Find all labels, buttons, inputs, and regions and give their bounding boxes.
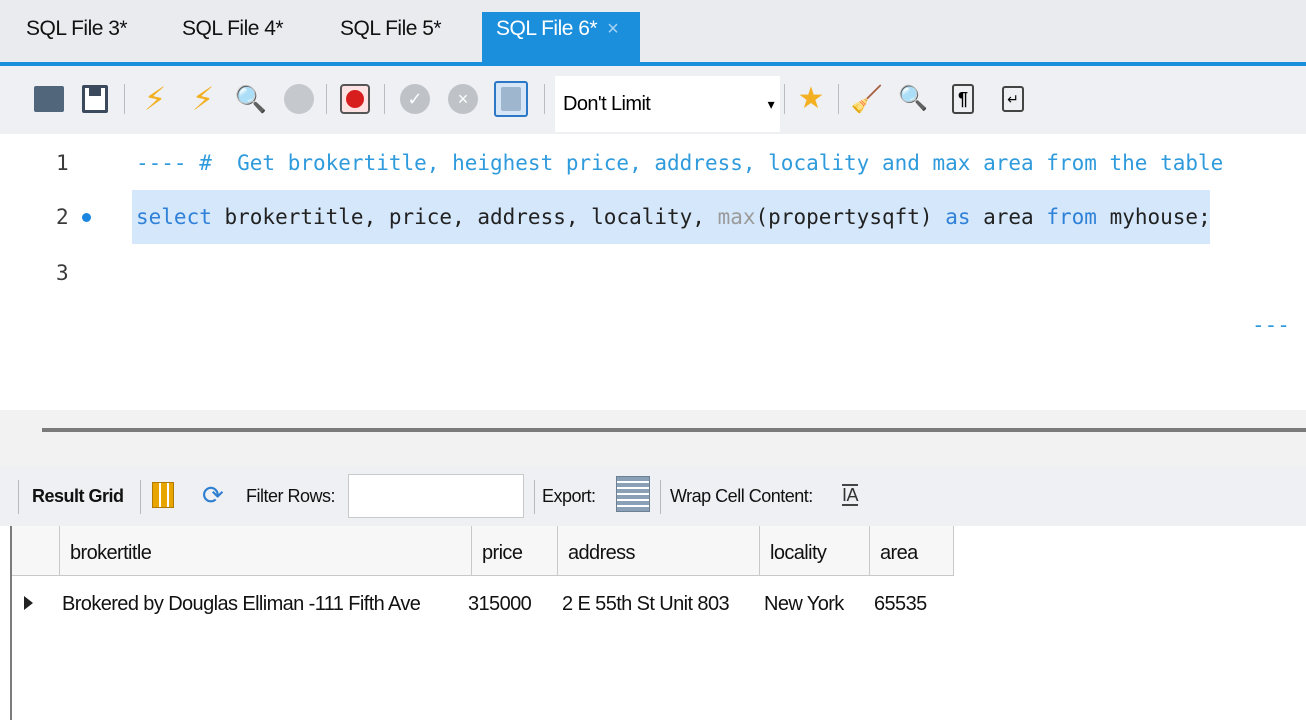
result-grid-tab[interactable]: Result Grid [32, 486, 124, 507]
results-toolbar: Result Grid ⟳ Filter Rows: Export: Wrap … [0, 466, 1306, 526]
find-icon[interactable]: 🔍 [896, 82, 930, 116]
panel-splitter[interactable] [0, 410, 1306, 466]
filter-rows-label: Filter Rows: [246, 486, 336, 506]
code-comment-tail: --- [1252, 313, 1290, 337]
toolbar-separator [544, 84, 545, 114]
toolbar-separator [18, 480, 19, 514]
code-statement: select brokertitle, price, address, loca… [136, 190, 1211, 244]
row-limit-select[interactable]: Don't Limit ▾ [555, 76, 780, 132]
error-toggle-icon[interactable] [338, 82, 372, 116]
splitter-handle[interactable] [42, 428, 1306, 432]
code-token: select [136, 205, 212, 229]
tab-sql-file-4[interactable]: SQL File 4* [176, 12, 284, 66]
code-line-3[interactable]: 3 [0, 246, 1306, 300]
row-header-corner [12, 526, 60, 576]
execute-icon[interactable]: ⚡ [138, 82, 172, 116]
column-header-address[interactable]: address [558, 526, 760, 576]
toolbar-separator [140, 480, 141, 514]
export-icon[interactable] [616, 476, 650, 512]
statement-marker-icon [82, 213, 91, 222]
wrap-cell-label: Wrap Cell Content: [670, 486, 813, 506]
column-header-price[interactable]: price [472, 526, 558, 576]
toolbar-separator [784, 84, 785, 114]
code-token: (propertysqft) [755, 205, 946, 229]
toolbar-separator [660, 480, 661, 514]
stop-icon[interactable] [282, 82, 316, 116]
code-token: area [970, 205, 1047, 229]
explain-icon[interactable]: 🔍 [234, 82, 268, 116]
line-number: 2 [56, 205, 69, 229]
chevron-down-icon: ▾ [767, 96, 775, 112]
code-line-2[interactable]: 2 select brokertitle, price, address, lo… [0, 190, 1306, 244]
current-row-indicator-icon [24, 596, 33, 610]
cell-price[interactable]: 315000 [458, 578, 558, 630]
close-tab-icon[interactable]: × [607, 18, 619, 40]
wrap-cell-icon[interactable]: IA [842, 484, 859, 506]
grid-view-icon[interactable] [152, 482, 174, 508]
toolbar-separator [124, 84, 125, 114]
code-token: from [1046, 205, 1097, 229]
tab-sql-file-6[interactable]: SQL File 6* × [482, 12, 640, 66]
column-header-area[interactable]: area [870, 526, 954, 576]
code-token: brokertitle, price, address, locality, [211, 205, 718, 229]
invisible-chars-icon[interactable]: ¶ [946, 82, 980, 116]
execute-current-icon[interactable]: ⚡ [186, 82, 220, 116]
commit-icon[interactable]: ✓ [398, 82, 432, 116]
toolbar-separator [326, 84, 327, 114]
cell-address[interactable]: 2 E 55th St Unit 803 [552, 578, 760, 630]
filter-rows-input[interactable] [348, 474, 524, 518]
code-token: myhouse; [1096, 205, 1211, 229]
result-grid[interactable]: brokertitle price address locality area … [10, 526, 1306, 720]
word-wrap-icon[interactable]: ↵ [996, 82, 1030, 116]
code-comment: ---- # Get brokertitle, heighest price, … [136, 151, 1224, 175]
editor-tab-bar: SQL File 3* SQL File 4* SQL File 5* SQL … [0, 0, 1306, 66]
code-token: max [717, 205, 756, 229]
tab-sql-file-5[interactable]: SQL File 5* [334, 12, 442, 66]
open-folder-icon[interactable] [32, 82, 66, 116]
refresh-icon[interactable]: ⟳ [202, 480, 224, 511]
export-label: Export: [542, 486, 596, 506]
toolbar-separator [534, 480, 535, 514]
save-icon[interactable] [78, 82, 112, 116]
cell-locality[interactable]: New York [754, 578, 870, 630]
column-header-brokertitle[interactable]: brokertitle [60, 526, 472, 576]
cell-area[interactable]: 65535 [864, 578, 954, 630]
line-number: 1 [56, 151, 69, 175]
code-token: as [945, 205, 971, 229]
bookmark-add-icon[interactable]: ★ [794, 82, 828, 116]
line-number: 3 [56, 261, 69, 285]
toolbar-separator [384, 84, 385, 114]
column-header-locality[interactable]: locality [760, 526, 870, 576]
tab-sql-file-3[interactable]: SQL File 3* [20, 12, 128, 66]
code-line-1[interactable]: 1 ---- # Get brokertitle, heighest price… [0, 136, 1306, 337]
cell-brokertitle[interactable]: Brokered by Douglas Elliman -111 Fifth A… [52, 578, 472, 630]
autocommit-toggle-icon[interactable] [494, 81, 528, 117]
rollback-icon[interactable]: × [446, 82, 480, 116]
beautify-icon[interactable]: 🧹 [850, 82, 884, 116]
toolbar-separator [838, 84, 839, 114]
